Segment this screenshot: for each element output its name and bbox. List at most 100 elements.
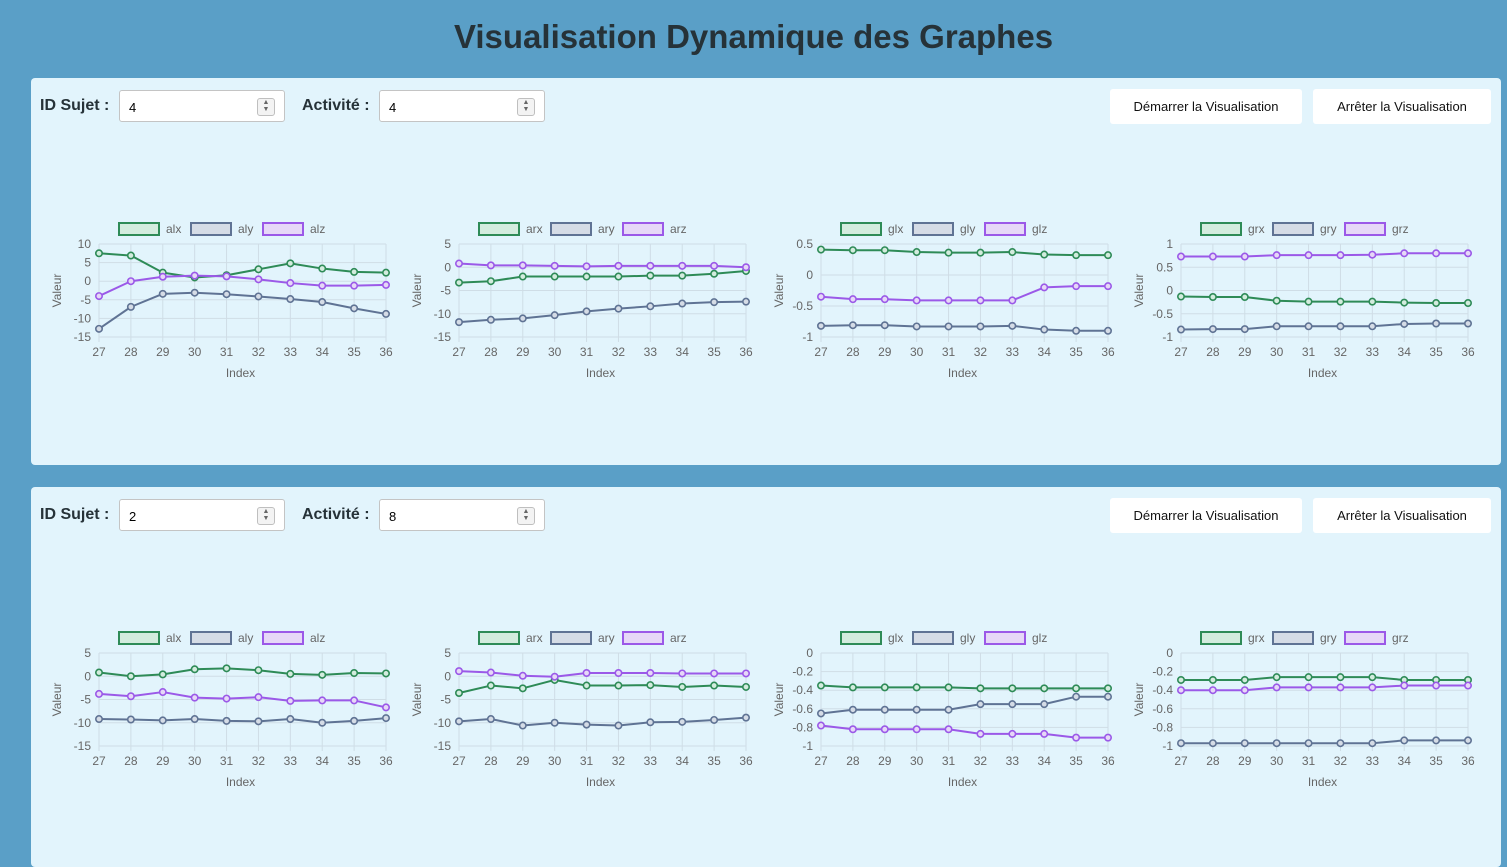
data-point-aly [190,715,199,724]
visualization-panel-1: ID Sujet : 4 ▲ ▼ Activité : 4 ▲ ▼ Démarrer… [31,78,1501,465]
data-point-alz [190,693,199,702]
subject-id-spinner[interactable]: ▲ ▼ [257,98,275,116]
data-point-gry [1208,739,1217,748]
x-tick-label: 27 [452,345,466,359]
subject-id-label: ID Sujet : [40,97,110,114]
data-point-arx [741,682,750,691]
chart-accel-left: alx aly alz 10 5 0 -5 -10 -15 27 28 29 30 31 32 33 34 35 3… [34,145,394,380]
data-point-alx [318,264,327,273]
line-chart-svg: alx aly alz 10 5 0 -5 -10 -1527 28 29 30 31 32 33 34 35 3… [50,222,393,380]
chevron-up-icon[interactable]: ▲ [258,508,274,515]
x-tick-label: 28 [846,754,860,768]
x-tick-label: 36 [1101,754,1115,768]
x-tick-label: 33 [1006,754,1020,768]
data-point-alz [350,281,359,290]
subject-id-input[interactable]: 2 ▲ ▼ [119,499,285,531]
stop-visualization-button[interactable]: Arrêter la Visualisation [1313,498,1491,533]
data-point-glx [976,248,985,257]
data-point-glz [1072,282,1081,291]
data-point-alx [254,265,263,274]
legend-swatch-grx [1200,631,1242,645]
subject-id-input[interactable]: 4 ▲ ▼ [119,90,285,122]
y-tick-label: -0.6 [1152,702,1173,716]
series-line-aly [98,291,387,330]
data-point-gly [848,705,857,714]
chevron-down-icon[interactable]: ▼ [258,106,274,113]
x-tick-label: 30 [548,754,562,768]
activity-spinner[interactable]: ▲ ▼ [517,98,535,116]
data-point-aly [254,717,263,726]
data-point-ary [678,717,687,726]
x-axis-title: Index [586,366,615,380]
data-point-ary [710,298,719,307]
data-point-glz [1008,296,1017,305]
data-point-arx [518,684,527,693]
activity-spinner[interactable]: ▲ ▼ [517,507,535,525]
subject-id-spinner[interactable]: ▲ ▼ [257,507,275,525]
data-point-gly [1072,326,1081,335]
data-point-grx [1432,299,1441,308]
y-tick-label: -0.5 [792,299,813,313]
data-point-arz [741,263,750,272]
data-point-glz [944,725,953,734]
series-line-glz [820,285,1108,302]
activity-input[interactable]: 4 ▲ ▼ [379,90,545,122]
chevron-down-icon[interactable]: ▼ [258,515,274,522]
data-point-alx [126,251,135,260]
chevron-up-icon[interactable]: ▲ [518,99,534,106]
legend-swatch-ary [550,631,592,645]
data-point-alz [158,272,167,281]
chevron-up-icon[interactable]: ▲ [518,508,534,515]
data-point-aly [286,715,295,724]
legend-label-alz: alz [310,631,325,645]
data-point-gly [976,322,985,331]
series-line-ary [458,716,747,727]
legend-swatch-grz [1344,631,1386,645]
start-visualization-button[interactable]: Démarrer la Visualisation [1110,498,1302,533]
x-tick-label: 34 [676,754,690,768]
x-tick-label: 29 [516,754,530,768]
data-point-alz [318,281,327,290]
x-axis-title: Index [948,775,977,789]
y-tick-label: 0 [1166,284,1173,298]
x-tick-label: 31 [942,345,956,359]
x-tick-label: 34 [1038,345,1052,359]
chevron-down-icon[interactable]: ▼ [518,515,534,522]
data-point-ary [486,315,495,324]
start-visualization-button[interactable]: Démarrer la Visualisation [1110,89,1302,124]
x-tick-label: 35 [1429,754,1443,768]
legend-label-ary: ary [598,222,615,236]
data-point-ary [582,307,591,316]
chevron-down-icon[interactable]: ▼ [518,106,534,113]
data-point-alx [381,669,390,678]
visualization-panel-2: ID Sujet : 2 ▲ ▼ Activité : 8 ▲ ▼ Démarrer… [31,487,1501,867]
y-tick-label: 0 [806,268,813,282]
data-point-gly [1040,700,1049,709]
data-point-alz [318,696,327,705]
chevron-up-icon[interactable]: ▲ [258,99,274,106]
x-tick-label: 36 [1101,345,1115,359]
legend-label-gly: gly [960,222,975,236]
data-point-grx [1240,675,1249,684]
data-point-glx [912,683,921,692]
data-point-gry [1400,319,1409,328]
legend-swatch-gry [1272,222,1314,236]
data-point-aly [254,292,263,301]
data-point-alx [190,665,199,674]
data-point-grx [1304,297,1313,306]
data-point-gly [880,321,889,330]
data-point-ary [678,299,687,308]
line-chart-svg: glx gly glz 0 -0.2 -0.4 -0.6 -0.8 -127 28 29 30 31 32… [772,631,1115,789]
line-chart-svg: glx gly glz 0.5 0 -0.5 -127 28 29 30 31 32 33 34 35 36 I… [772,222,1115,380]
data-point-arx [710,269,719,278]
data-point-arz [614,668,623,677]
activity-input[interactable]: 8 ▲ ▼ [379,499,545,531]
stop-visualization-button[interactable]: Arrêter la Visualisation [1313,89,1491,124]
data-point-glx [880,683,889,692]
x-tick-label: 32 [612,754,626,768]
x-tick-label: 30 [188,754,202,768]
data-point-glz [880,725,889,734]
x-tick-label: 34 [316,754,330,768]
y-tick-label: -0.6 [792,702,813,716]
data-point-ary [741,297,750,306]
